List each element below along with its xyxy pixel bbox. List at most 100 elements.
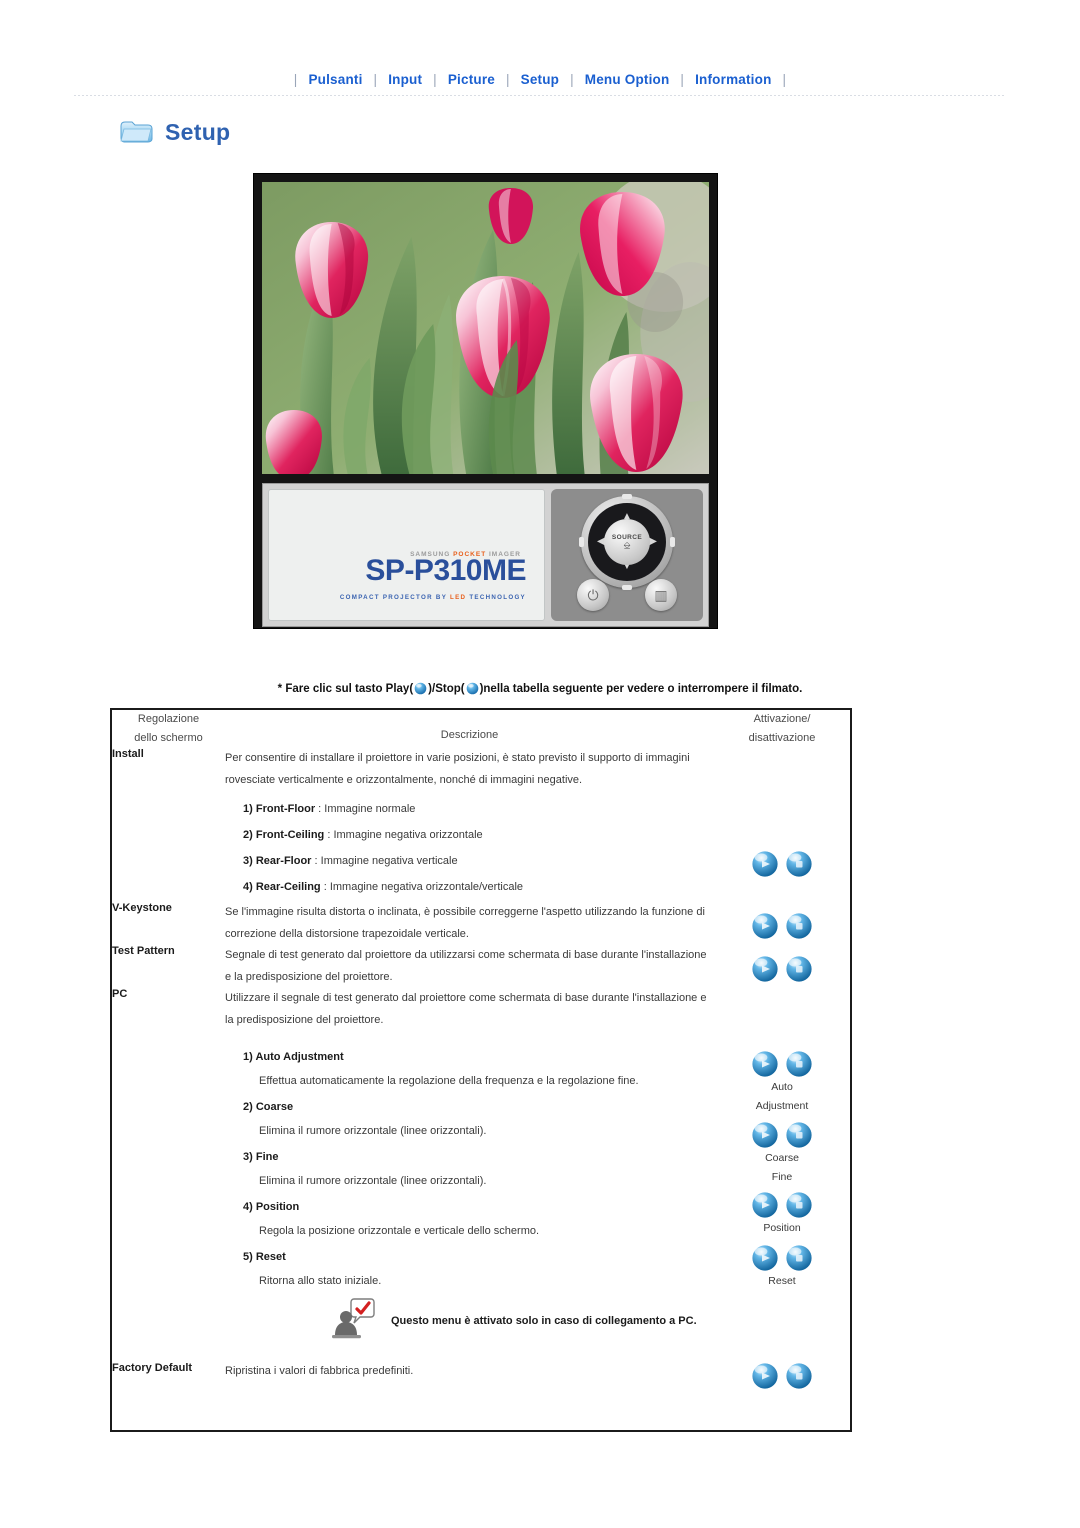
install-opt4-num: 4) <box>243 881 253 893</box>
table-header-row: Regolazione dello schermo Descrizione At… <box>112 710 850 748</box>
factorydefault-stop-ball-button[interactable] <box>785 1362 813 1390</box>
dpad[interactable]: ▲ ▼ ◀ ▶ SOURCE ⎒ <box>579 494 675 590</box>
install-opt4-term: Rear-Ceiling <box>255 881 321 893</box>
reset-play-ball-button[interactable] <box>751 1244 779 1272</box>
pc-position-button-pair <box>714 1191 850 1219</box>
pc-opt2-title: 2) Coarse <box>225 1095 714 1119</box>
testpattern-stop-ball-button[interactable] <box>785 955 813 983</box>
header-cell-description: Descrizione <box>440 729 499 741</box>
pc-opt2-term: Coarse <box>255 1101 294 1113</box>
pc-intro: Utilizzare il segnale di test generato d… <box>225 992 707 1026</box>
memo-note: Questo menu è attivato solo in caso di c… <box>225 1295 850 1346</box>
header-cell-adjustment: Regolazione dello schermo <box>112 710 225 748</box>
table-row-install: Install Per consentire di installare il … <box>112 748 850 902</box>
nav-divider <box>74 95 1006 96</box>
position-play-ball-button[interactable] <box>751 1191 779 1219</box>
nav-separator-6: | <box>782 72 787 87</box>
menu-button[interactable]: ▥ <box>645 579 677 611</box>
page-root: | Pulsanti | Input | Picture | Setup | M… <box>0 0 1080 1528</box>
pc-opt3-num: 3) <box>243 1151 253 1163</box>
pc-opt3-title: 3) Fine <box>225 1145 714 1169</box>
note-play-ball-icon[interactable] <box>414 682 427 698</box>
row-controls-testpattern <box>714 945 850 988</box>
nav-information[interactable]: Information <box>695 72 771 87</box>
row-desc-testpattern: Segnale di test generato dal proiettore … <box>225 949 707 983</box>
settings-table: Regolazione dello schermo Descrizione At… <box>110 708 852 1432</box>
power-button[interactable]: ⏻ <box>577 579 609 611</box>
nav-setup[interactable]: Setup <box>521 72 560 87</box>
reset-stop-ball-button[interactable] <box>785 1244 813 1272</box>
dpad-nub-top <box>622 494 632 499</box>
row-label-factorydefault: Factory Default <box>112 1362 193 1374</box>
vkeystone-play-ball-button[interactable] <box>751 912 779 940</box>
vkeystone-stop-ball-button[interactable] <box>785 912 813 940</box>
nav-menu-option[interactable]: Menu Option <box>585 72 670 87</box>
control-caption-auto-adjustment: Auto Adjustment <box>714 1078 850 1116</box>
install-opt2-term: Front-Ceiling <box>255 829 325 841</box>
nav-separator-3: | <box>505 72 510 87</box>
install-opt1-desc: Immagine normale <box>324 803 416 815</box>
pc-opt1-term: Auto Adjustment <box>255 1051 344 1063</box>
position-stop-ball-button[interactable] <box>785 1191 813 1219</box>
nav-input[interactable]: Input <box>388 72 422 87</box>
auto-adjustment-play-ball-button[interactable] <box>751 1050 779 1078</box>
nav-pulsanti[interactable]: Pulsanti <box>308 72 362 87</box>
control-caption-reset: Reset <box>714 1272 850 1291</box>
row-desc-pc: Utilizzare il segnale di test generato d… <box>225 988 714 1295</box>
install-play-ball-button[interactable] <box>751 850 779 878</box>
header-activation-line2: disattivazione <box>748 732 816 744</box>
note-stop-ball-icon[interactable] <box>466 682 479 698</box>
caption-position: Position <box>763 1222 801 1234</box>
table-row-pc: PC Utilizzare il segnale di test generat… <box>112 988 850 1295</box>
pc-opt4-desc: Regola la posizione orizzontale e vertic… <box>259 1225 540 1237</box>
row-desc-vkeystone: Se l'immagine risulta distorta o inclina… <box>225 906 705 940</box>
nav-separator-1: | <box>373 72 378 87</box>
install-option-2: 2) Front-Ceiling : Immagine negativa ori… <box>225 824 714 847</box>
dpad-right-icon[interactable]: ▶ <box>649 537 657 547</box>
testpattern-button-pair <box>714 955 850 983</box>
row-controls-pc: Auto Adjustment Coarse Fine Position Res… <box>714 988 850 1295</box>
pc-option-1: 1) Auto Adjustment Effettua automaticame… <box>225 1045 714 1093</box>
coarse-play-ball-button[interactable] <box>751 1121 779 1149</box>
pc-opt5-num: 5) <box>243 1251 253 1263</box>
model-number: SP-P310ME <box>365 554 526 587</box>
tagline-part1: COMPACT PROJECTOR BY <box>339 594 451 601</box>
tagline-part2: TECHNOLOGY <box>466 594 526 601</box>
header-activation-line1: Attivazione/ <box>753 713 811 725</box>
table-row-memo: Questo menu è attivato solo in caso di c… <box>112 1295 850 1346</box>
header-adjustment-line1: Regolazione <box>137 713 200 725</box>
pc-option-4: 4) Position Regola la posizione orizzont… <box>225 1195 714 1243</box>
table-row-testpattern: Test Pattern Segnale di test generato da… <box>112 945 850 988</box>
row-desc-install: Per consentire di installare il proietto… <box>225 748 714 902</box>
auto-adjustment-stop-ball-button[interactable] <box>785 1050 813 1078</box>
folder-icon <box>118 118 156 146</box>
projector-illustration: SAMSUNG POCKET IMAGER SP-P310ME COMPACT … <box>253 173 718 629</box>
pc-auto-button-pair <box>714 1050 850 1078</box>
vkeystone-button-pair <box>714 912 850 940</box>
control-caption-coarse-fine: Coarse Fine <box>714 1149 850 1187</box>
row-controls-install <box>714 748 850 902</box>
tagline-led: LED <box>450 594 467 601</box>
pc-coarse-button-pair <box>714 1121 850 1149</box>
note-middle: )/Stop( <box>428 683 465 695</box>
caption-fine: Fine <box>771 1171 793 1183</box>
pc-opt5-term: Reset <box>255 1251 286 1263</box>
pc-opt5-title: 5) Reset <box>225 1245 714 1269</box>
testpattern-play-ball-button[interactable] <box>751 955 779 983</box>
row-label-vkeystone: V-Keystone <box>112 902 172 914</box>
factorydefault-play-ball-button[interactable] <box>751 1362 779 1390</box>
row-controls-vkeystone <box>714 902 850 945</box>
install-intro: Per consentire di installare il proietto… <box>225 752 690 786</box>
install-stop-ball-button[interactable] <box>785 850 813 878</box>
source-button[interactable]: SOURCE ⎒ <box>604 519 650 565</box>
coarse-stop-ball-button[interactable] <box>785 1121 813 1149</box>
nav-picture[interactable]: Picture <box>448 72 495 87</box>
install-option-3: 3) Rear-Floor : Immagine negativa vertic… <box>225 850 714 873</box>
pc-option-2: 2) Coarse Elimina il rumore orizzontale … <box>225 1095 714 1143</box>
dpad-nub-left <box>579 537 584 547</box>
install-button-pair <box>714 850 850 878</box>
caption-auto-line1: Auto <box>771 1081 793 1093</box>
install-option-list: 1) Front-Floor : Immagine normale 2) Fro… <box>225 798 714 899</box>
install-opt4-sep: : <box>320 881 330 893</box>
install-option-1: 1) Front-Floor : Immagine normale <box>225 798 714 821</box>
